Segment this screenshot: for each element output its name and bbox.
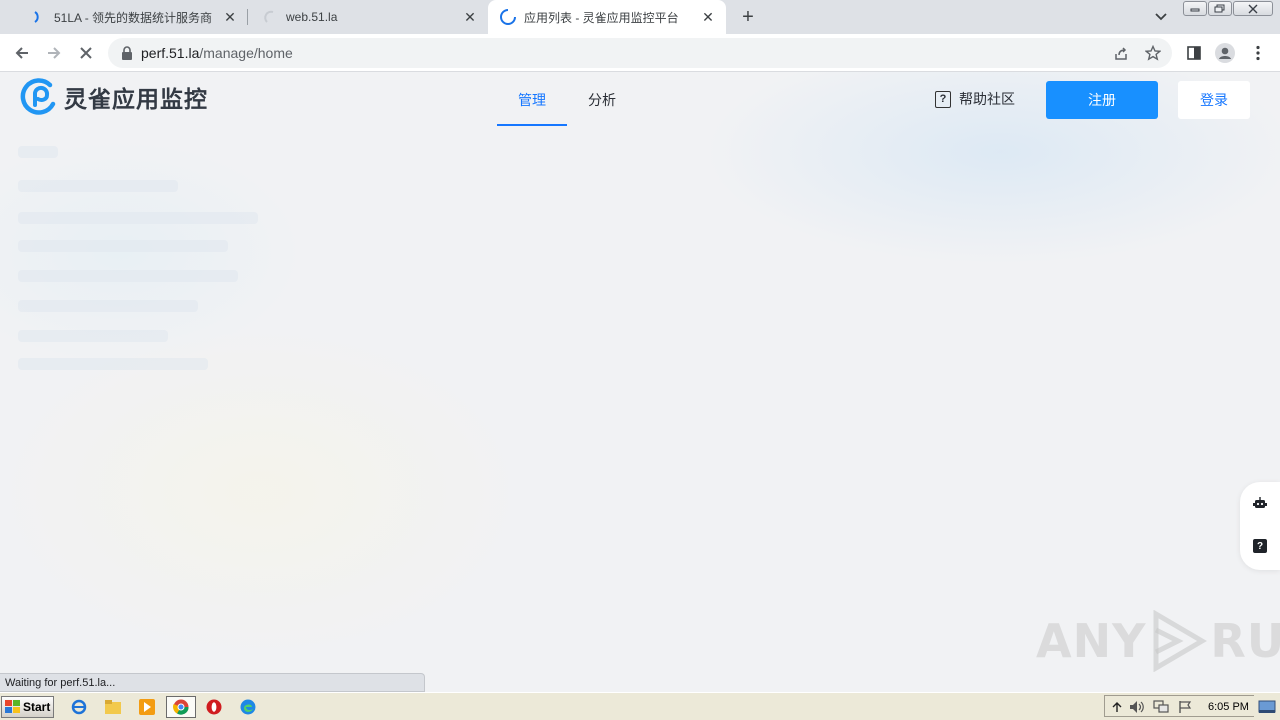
arrow-right-icon: [48, 47, 61, 59]
restore-button[interactable]: [1208, 1, 1232, 16]
register-button[interactable]: 注册: [1046, 81, 1158, 119]
close-icon: [1248, 4, 1258, 13]
address-bar[interactable]: perf.51.la/manage/home: [108, 38, 1172, 68]
tab-51la[interactable]: 51LA - 领先的数据统计服务商 ✕: [18, 0, 248, 34]
flag-icon[interactable]: [1176, 698, 1194, 716]
edge-icon[interactable]: [239, 698, 257, 716]
share-icon: [1115, 47, 1127, 60]
help-community-label: 帮助社区: [959, 91, 1015, 107]
forward-button[interactable]: [40, 39, 68, 67]
loading-skeleton: [18, 180, 178, 192]
tab-title: 51LA - 领先的数据统计服务商: [54, 10, 213, 25]
watermark-text-right: RUN: [1210, 614, 1280, 668]
stop-button[interactable]: [72, 39, 100, 67]
menu-button[interactable]: [1244, 39, 1272, 67]
loading-skeleton: [18, 358, 208, 370]
tab-app-list[interactable]: 应用列表 - 灵雀应用监控平台 ✕: [488, 0, 726, 34]
arrow-left-icon: [15, 47, 28, 59]
nav-analysis[interactable]: 分析: [588, 90, 616, 110]
chrome-taskbar-button[interactable]: [166, 696, 196, 718]
url-host: perf.51.la: [141, 45, 200, 61]
loading-skeleton: [18, 146, 58, 158]
help-community-link[interactable]: ? 帮助社区: [935, 89, 1015, 109]
start-label: Start: [23, 700, 51, 714]
network-icon[interactable]: [1152, 698, 1170, 716]
new-tab-button[interactable]: +: [736, 5, 760, 29]
taskbar: Start 6:05 PM: [0, 692, 1280, 720]
loading-skeleton: [18, 240, 228, 252]
browser-toolbar: perf.51.la/manage/home: [0, 34, 1280, 72]
site-logo[interactable]: 灵雀应用监控: [20, 78, 208, 116]
opera-icon[interactable]: [205, 698, 223, 716]
internet-explorer-icon[interactable]: [70, 698, 88, 716]
file-explorer-icon[interactable]: [104, 698, 122, 716]
loading-spinner-icon: [30, 9, 46, 25]
close-icon[interactable]: ✕: [700, 9, 716, 25]
robot-icon[interactable]: [1253, 496, 1267, 510]
help-icon[interactable]: ?: [1253, 539, 1267, 553]
side-panel-icon: [1187, 46, 1201, 60]
tab-divider: [247, 9, 248, 25]
loading-skeleton: [18, 330, 168, 342]
windows-logo-icon: [5, 700, 20, 713]
logo-icon: [20, 78, 56, 115]
close-icon[interactable]: ✕: [462, 9, 478, 25]
loading-skeleton: [18, 300, 198, 312]
url-path: /manage/home: [199, 45, 293, 61]
stop-icon: [80, 47, 92, 59]
status-bubble: Waiting for perf.51.la...: [0, 673, 425, 692]
tab-strip: 51LA - 领先的数据统计服务商 ✕ web.51.la ✕ 应用列表 - 灵…: [0, 0, 1280, 34]
minimize-button[interactable]: [1183, 1, 1207, 16]
tab-search-button[interactable]: [1150, 7, 1172, 27]
logo-text: 灵雀应用监控: [64, 86, 208, 112]
page-content: 灵雀应用监控 管理 分析 ? 帮助社区 注册 登录 ?: [0, 72, 1280, 692]
site-header: 灵雀应用监控 管理 分析 ? 帮助社区 注册 登录: [0, 72, 1280, 128]
restore-icon: [1214, 4, 1225, 12]
tab-title: 应用列表 - 灵雀应用监控平台: [524, 10, 679, 25]
share-button[interactable]: [1112, 44, 1130, 62]
watermark-text-left: ANY: [1036, 614, 1147, 668]
volume-icon[interactable]: [1128, 698, 1146, 716]
loading-spinner-icon: [500, 9, 516, 25]
loading-skeleton: [18, 212, 258, 224]
side-panel-button[interactable]: [1180, 39, 1208, 67]
chrome-icon: [173, 699, 189, 715]
login-button[interactable]: 登录: [1178, 81, 1250, 119]
show-desktop-icon[interactable]: [1258, 698, 1276, 716]
nav-manage[interactable]: 管理: [518, 90, 546, 110]
url-text: perf.51.la/manage/home: [141, 45, 293, 61]
help-icon: ?: [935, 90, 951, 108]
chevron-down-icon: [1155, 13, 1167, 21]
minimize-icon: [1190, 8, 1200, 11]
profile-button[interactable]: [1211, 39, 1239, 67]
chevron-up-icon[interactable]: [1108, 698, 1126, 716]
close-icon[interactable]: ✕: [222, 9, 238, 25]
back-button[interactable]: [8, 39, 36, 67]
nav-active-indicator: [497, 124, 567, 126]
more-vertical-icon: [1256, 45, 1260, 61]
loading-skeleton: [18, 270, 238, 282]
anyrun-watermark: ANY RUN: [1036, 610, 1280, 672]
tab-web51la[interactable]: web.51.la ✕: [250, 0, 488, 34]
loading-spinner-icon: [262, 9, 278, 25]
start-button[interactable]: Start: [1, 696, 54, 718]
tab-title: web.51.la: [286, 10, 338, 24]
bookmark-button[interactable]: [1144, 44, 1162, 62]
star-icon: [1145, 45, 1161, 61]
taskbar-clock: 6:05 PM: [1208, 701, 1249, 713]
close-window-button[interactable]: [1233, 1, 1273, 16]
play-logo-icon: [1153, 610, 1208, 672]
floating-toolbar: ?: [1240, 482, 1280, 570]
media-player-icon[interactable]: [138, 698, 156, 716]
avatar-icon: [1215, 43, 1235, 63]
lock-icon: [122, 46, 132, 60]
